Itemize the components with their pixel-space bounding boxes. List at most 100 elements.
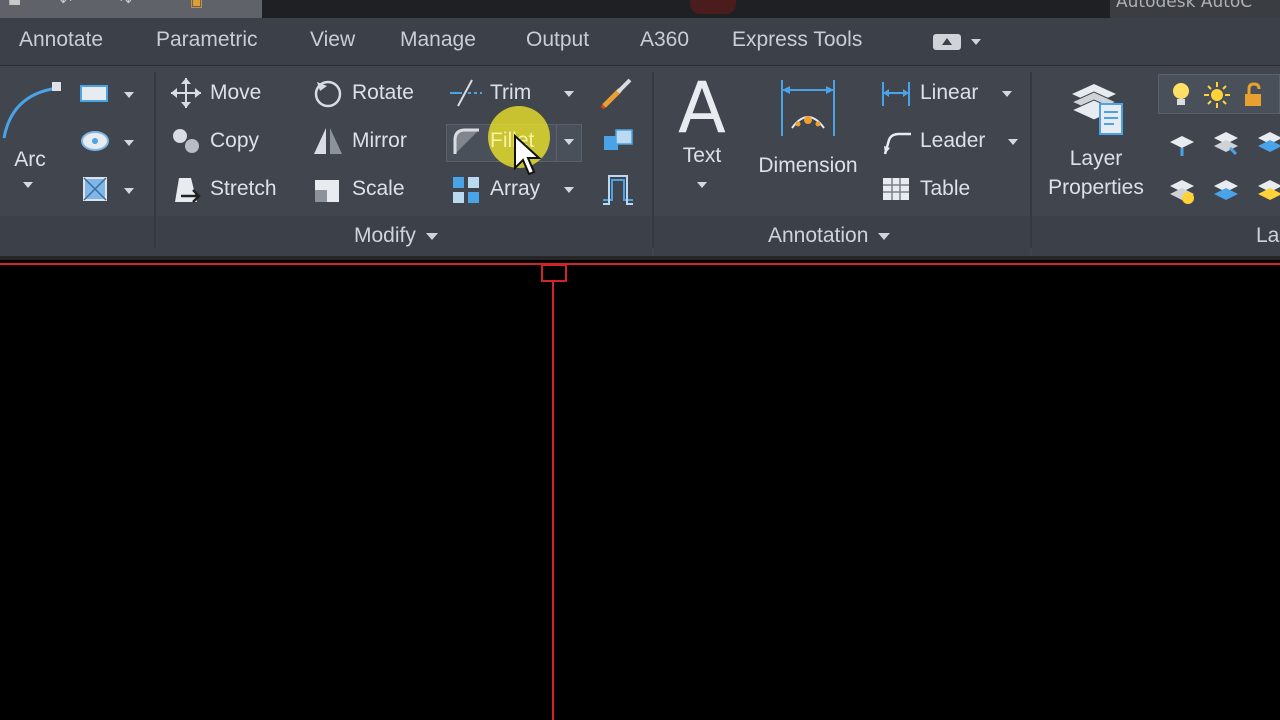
text-icon: A <box>678 67 726 149</box>
layer-match-icon[interactable] <box>1166 128 1198 158</box>
minimize-icon <box>933 34 961 50</box>
mirror-button[interactable]: Mirror <box>310 121 407 161</box>
lightbulb-icon <box>1173 83 1189 105</box>
rotate-button[interactable]: Rotate <box>310 73 414 113</box>
rotate-icon <box>310 75 346 111</box>
text-button[interactable]: A Text <box>672 70 732 168</box>
stretch-label: Stretch <box>210 177 277 200</box>
layer-freeze-icon[interactable] <box>1210 174 1242 206</box>
qat-icon[interactable]: ▬ <box>8 0 21 10</box>
arc-icon[interactable] <box>0 74 64 144</box>
unlock-icon <box>1245 82 1261 106</box>
linear-dimension-icon <box>878 75 914 111</box>
hatch-icon[interactable] <box>78 128 112 154</box>
undo-icon[interactable]: ↶ <box>60 0 72 10</box>
layers-panel-title[interactable]: La <box>1256 224 1279 248</box>
move-icon <box>168 75 204 111</box>
chevron-down-icon[interactable] <box>1002 91 1012 97</box>
region-icon[interactable] <box>80 174 112 204</box>
copy-label: Copy <box>210 129 260 152</box>
grip-handle[interactable] <box>541 264 567 282</box>
leader-label: Leader <box>920 129 986 152</box>
arc-button[interactable]: Arc <box>8 148 52 172</box>
red-line-horizontal <box>0 263 1280 265</box>
tab-parametric[interactable]: Parametric <box>156 28 258 52</box>
chevron-down-icon <box>971 39 981 45</box>
annotation-panel-title[interactable]: Annotation <box>768 224 891 248</box>
mouse-pointer-icon <box>514 134 542 176</box>
plot-icon[interactable]: ▣ <box>190 0 203 10</box>
table-icon <box>878 171 914 207</box>
app-title: Autodesk AutoC <box>1110 0 1280 18</box>
array-icon <box>448 171 484 207</box>
linear-label: Linear <box>920 81 979 104</box>
layer-lock-icon[interactable] <box>1254 174 1280 206</box>
chevron-down-icon[interactable] <box>1008 139 1018 145</box>
chevron-down-icon[interactable] <box>23 182 33 188</box>
layer-isolate-icon[interactable] <box>1166 174 1198 206</box>
match-properties-icon[interactable] <box>600 76 636 110</box>
explode-icon[interactable] <box>600 124 636 158</box>
tab-express-tools[interactable]: Express Tools <box>732 28 862 52</box>
ribbon-tabs: Annotate Parametric View Manage Output A… <box>0 18 1280 66</box>
chevron-down-icon[interactable] <box>564 91 574 97</box>
mirror-label: Mirror <box>352 129 407 152</box>
tab-view[interactable]: View <box>310 28 355 52</box>
chevron-down-icon[interactable] <box>564 187 574 193</box>
red-line-vertical <box>552 274 554 720</box>
tab-output[interactable]: Output <box>526 28 589 52</box>
table-button[interactable]: Table <box>878 169 970 209</box>
fillet-icon <box>448 123 484 159</box>
layer-dropdown[interactable] <box>1158 74 1280 114</box>
leader-button[interactable]: Leader <box>878 121 985 161</box>
chevron-down-icon[interactable] <box>697 182 707 188</box>
dimension-button[interactable]: Dimension <box>748 76 868 178</box>
tab-manage[interactable]: Manage <box>400 28 476 52</box>
dimension-label: Dimension <box>758 154 858 177</box>
layer-states-icon[interactable] <box>1254 126 1280 158</box>
layer-properties-label-2: Properties <box>1048 176 1144 199</box>
scale-label: Scale <box>352 177 405 200</box>
divider <box>556 124 557 162</box>
chevron-down-icon[interactable] <box>124 140 134 146</box>
stretch-icon <box>168 171 204 207</box>
title-accent <box>690 0 736 14</box>
modify-panel-label: Modify <box>354 224 416 247</box>
move-button[interactable]: Move <box>168 73 261 113</box>
divider <box>1030 72 1032 248</box>
dimension-icon <box>781 80 835 136</box>
linear-dimension-button[interactable]: Linear <box>878 73 978 113</box>
rectangle-icon[interactable] <box>78 82 112 106</box>
offset-icon[interactable] <box>600 172 636 206</box>
chevron-down-icon[interactable] <box>124 92 134 98</box>
canvas-border <box>0 256 1280 260</box>
move-label: Move <box>210 81 262 104</box>
trim-label: Trim <box>490 81 532 104</box>
title-bar: ▬ ↶ ↷ ▣ Autodesk AutoC <box>0 0 1280 18</box>
modify-panel-title[interactable]: Modify <box>354 224 438 248</box>
sun-icon <box>1204 82 1230 108</box>
modify-panel-footer <box>0 216 652 256</box>
stretch-button[interactable]: Stretch <box>168 169 277 209</box>
chevron-down-icon[interactable] <box>564 139 574 145</box>
layer-properties-label-1: Layer <box>1069 147 1123 170</box>
layer-previous-icon[interactable] <box>1210 126 1242 158</box>
ribbon: Arc Move Rotate Trim Copy Mirror Fillet … <box>0 66 1280 256</box>
layers-panel-footer <box>1032 216 1280 256</box>
divider <box>652 72 654 248</box>
copy-button[interactable]: Copy <box>168 121 259 161</box>
scale-button[interactable]: Scale <box>310 169 405 209</box>
layer-properties-button[interactable]: Layer Properties <box>1040 74 1152 202</box>
rotate-label: Rotate <box>352 81 414 104</box>
array-label: Array <box>490 177 541 200</box>
tab-annotate[interactable]: Annotate <box>19 28 103 52</box>
chevron-down-icon[interactable] <box>124 188 134 194</box>
quick-access-toolbar: ▬ ↶ ↷ ▣ <box>0 0 262 18</box>
chevron-down-icon <box>425 232 438 240</box>
ribbon-minimize-toggle[interactable] <box>933 32 983 52</box>
redo-icon[interactable]: ↷ <box>120 0 132 10</box>
table-label: Table <box>920 177 971 200</box>
drawing-canvas[interactable] <box>0 256 1280 720</box>
scale-icon <box>310 171 346 207</box>
tab-a360[interactable]: A360 <box>640 28 689 52</box>
